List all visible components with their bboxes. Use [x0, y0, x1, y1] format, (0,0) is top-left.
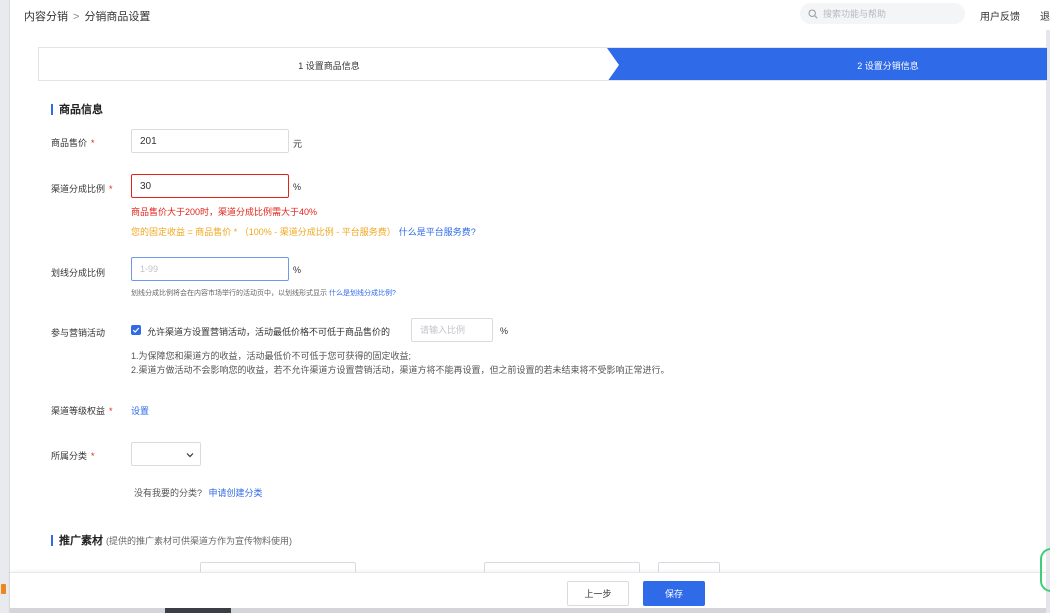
- feedback-link[interactable]: 用户反馈: [980, 8, 1020, 23]
- income-formula: 您的固定收益 = 商品售价 * （100% - 渠道分成比例 - 平台服务费）什…: [131, 225, 476, 238]
- promo-title-text: 推广素材: [59, 535, 103, 547]
- channel-level-label-text: 渠道等级权益: [51, 406, 106, 416]
- promo-keyword-input[interactable]: [484, 562, 640, 572]
- section-bar: [51, 103, 53, 115]
- prev-step-button[interactable]: 上一步: [567, 581, 629, 606]
- section-bar: [51, 534, 53, 546]
- scrollbar[interactable]: [1046, 30, 1050, 613]
- exit-link[interactable]: 退出: [1040, 8, 1050, 23]
- promo-add-button[interactable]: [658, 562, 720, 572]
- left-edge-indicator: [1, 584, 6, 594]
- create-category-link[interactable]: 申请创建分类: [209, 488, 263, 498]
- marketing-ratio-unit: %: [500, 326, 509, 336]
- breadcrumb-current: 分销商品设置: [84, 11, 151, 23]
- search-box[interactable]: [800, 3, 965, 24]
- strike-ratio-label: 划线分成比例: [51, 268, 106, 278]
- search-icon: [808, 8, 818, 19]
- price-input[interactable]: [131, 129, 289, 153]
- section-title-text: 商品信息: [59, 104, 103, 116]
- channel-ratio-input[interactable]: [131, 174, 289, 198]
- category-label-text: 所属分类: [51, 451, 88, 461]
- category-select[interactable]: [131, 442, 201, 466]
- promo-subtitle: (提供的推广素材可供渠道方作为宣传物料使用): [106, 535, 292, 546]
- required-mark: *: [91, 138, 95, 148]
- marketing-checkbox[interactable]: [131, 325, 141, 335]
- strike-ratio-hint-text: 划线分成比例将会在内容市场举行的活动页中，以划线形式显示: [131, 290, 329, 297]
- breadcrumb: 内容分销 > 分销商品设置: [24, 8, 150, 24]
- footer-bar: 上一步 保存: [10, 572, 1046, 613]
- search-input[interactable]: [823, 8, 953, 19]
- chevron-down-icon: [186, 453, 194, 458]
- channel-ratio-label-text: 渠道分成比例: [51, 184, 106, 194]
- save-button[interactable]: 保存: [643, 581, 705, 606]
- marketing-note-1: 1.为保障您和渠道方的收益，活动最低价不可低于您可获得的固定收益;: [131, 351, 412, 361]
- promo-section-title: 推广素材 (提供的推广素材可供渠道方作为宣传物料使用): [51, 532, 292, 548]
- price-label-text: 商品售价: [51, 138, 88, 148]
- step-2-active[interactable]: 2 设置分销信息: [607, 48, 1047, 80]
- strike-ratio-hint: 划线分成比例将会在内容市场举行的活动页中，以划线形式显示 什么是划线分成比例?: [131, 288, 396, 298]
- breadcrumb-separator: >: [73, 11, 80, 23]
- category-missing-text: 没有我要的分类?: [134, 488, 203, 498]
- income-formula-text: 您的固定收益 = 商品售价 * （100% - 渠道分成比例 - 平台服务费）: [131, 227, 396, 237]
- taskbar-strip: [10, 608, 1046, 613]
- product-info-section-title: 商品信息: [51, 101, 103, 117]
- strike-ratio-unit: %: [293, 265, 302, 275]
- left-edge-panel: [0, 0, 10, 613]
- checkmark-icon: [132, 327, 140, 333]
- strike-ratio-help-link[interactable]: 什么是划线分成比例?: [329, 290, 396, 297]
- main-content: 1 设置商品信息 2 设置分销信息 商品信息 商品售价* 元 渠道分成比例* %…: [10, 30, 1048, 613]
- marketing-label: 参与营销活动: [51, 328, 106, 338]
- marketing-note-2: 2.渠道方做活动不会影响您的收益，若不允许渠道方设置营销活动，渠道方将不能再设置…: [131, 365, 670, 375]
- channel-ratio-error: 商品售价大于200时，渠道分成比例需大于40%: [131, 207, 318, 217]
- required-mark: *: [109, 184, 113, 194]
- breadcrumb-parent[interactable]: 内容分销: [24, 11, 68, 23]
- taskbar-active-item: [165, 608, 231, 613]
- floating-help-widget[interactable]: [1040, 548, 1050, 592]
- channel-level-settings-link[interactable]: 设置: [131, 404, 149, 417]
- promo-material-row: [10, 560, 1046, 572]
- step-indicator: 1 设置商品信息 2 设置分销信息: [38, 47, 1048, 81]
- required-mark: *: [91, 451, 95, 461]
- price-unit: 元: [293, 139, 303, 149]
- channel-ratio-unit: %: [293, 182, 302, 192]
- platform-fee-link[interactable]: 什么是平台服务费?: [399, 227, 476, 237]
- category-missing: 没有我要的分类? 申请创建分类: [134, 486, 263, 499]
- channel-ratio-label: 渠道分成比例 *: [51, 182, 113, 195]
- required-mark: *: [109, 406, 113, 416]
- marketing-checkbox-label: 允许渠道方设置营销活动，活动最低价格不可低于商品售价的: [147, 327, 391, 337]
- top-bar: 内容分销 > 分销商品设置 用户反馈 退出: [10, 0, 1050, 30]
- channel-level-label: 渠道等级权益 *: [51, 404, 113, 417]
- marketing-ratio-input[interactable]: [411, 318, 493, 342]
- step-1[interactable]: 1 设置商品信息: [39, 48, 619, 80]
- price-label: 商品售价 *: [51, 136, 95, 149]
- strike-ratio-input[interactable]: [131, 257, 289, 281]
- promo-name-input[interactable]: [200, 562, 356, 572]
- category-label: 所属分类 *: [51, 449, 95, 462]
